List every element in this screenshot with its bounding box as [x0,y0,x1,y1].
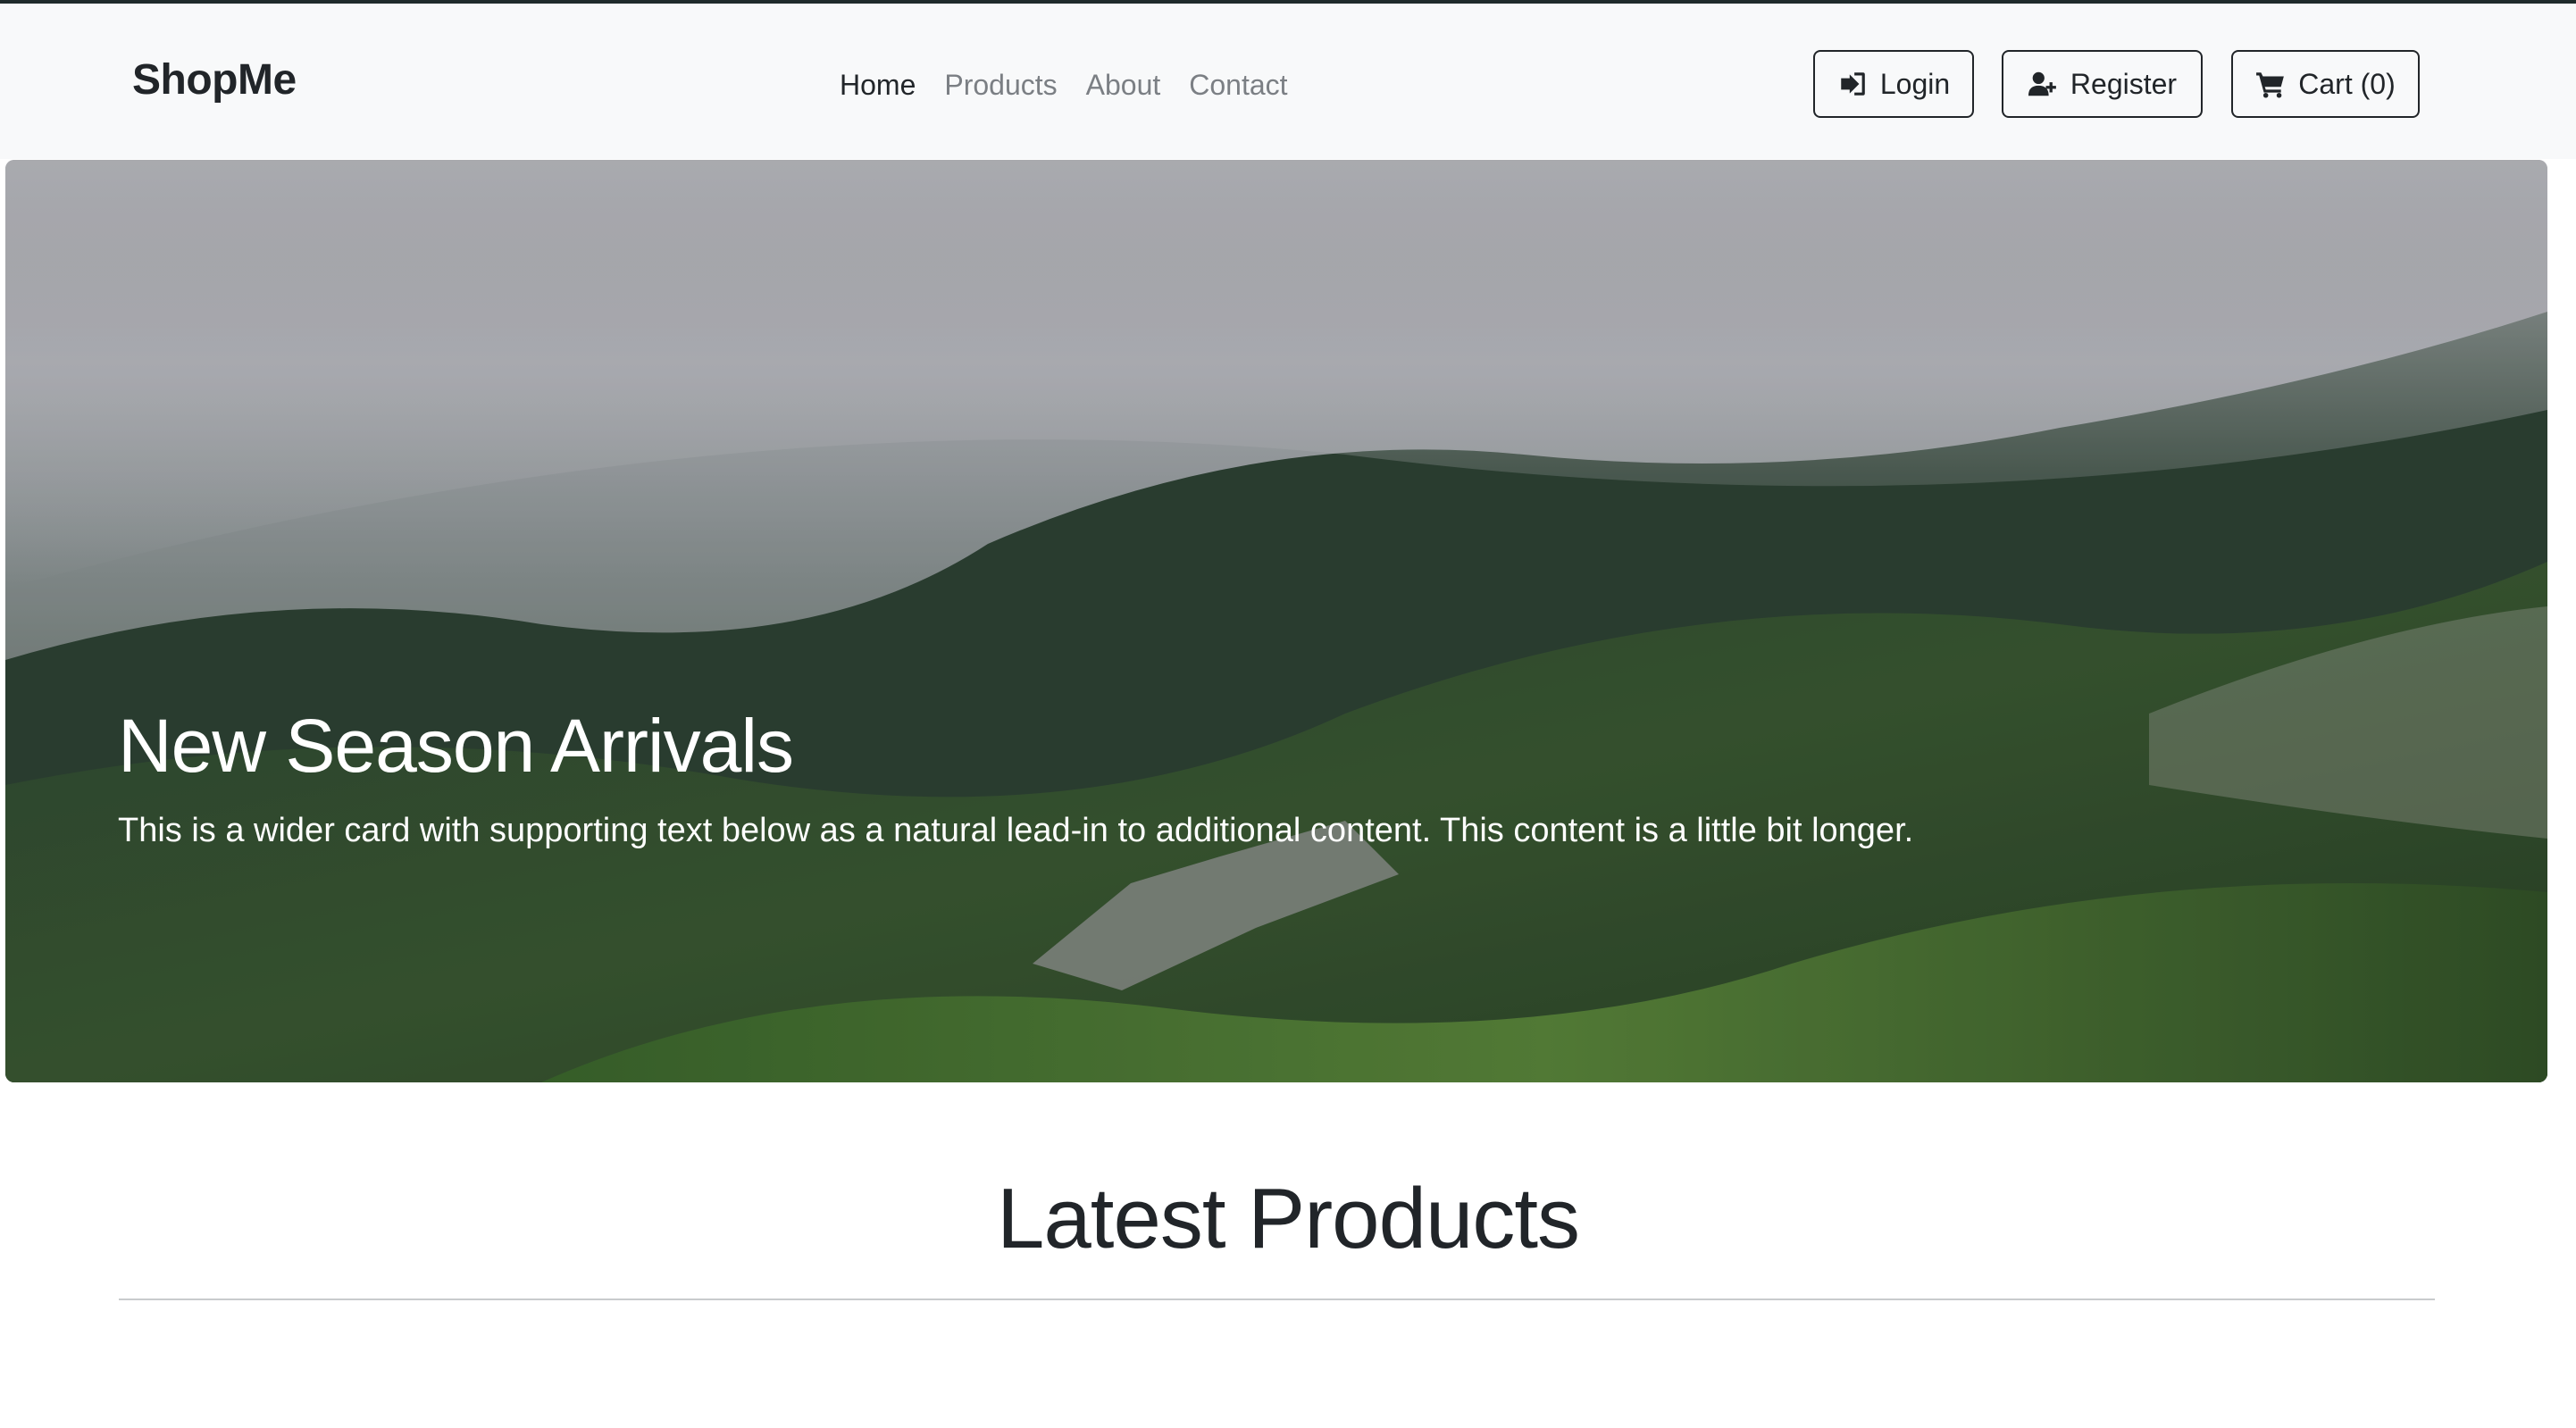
login-button[interactable]: Login [1813,50,1974,118]
navbar: ShopMe Home Products About Contact Login… [0,4,2576,159]
register-label: Register [2070,67,2178,100]
nav-links: Home Products About Contact [840,66,1302,104]
hero-card: New Season Arrivals This is a wider card… [5,160,2547,1082]
user-plus-icon [2028,71,2056,96]
cart-button[interactable]: Cart (0) [2231,50,2420,118]
nav-link-products[interactable]: Products [930,66,1071,104]
latest-products-heading: Latest Products [996,1171,1580,1266]
nav-link-home[interactable]: Home [840,66,930,104]
hero-background-image [5,160,2547,1082]
sign-in-icon [1841,72,1865,96]
brand-logo[interactable]: ShopMe [132,55,297,104]
nav-link-about[interactable]: About [1072,66,1175,104]
hero-title: New Season Arrivals [118,704,794,788]
section-divider [119,1299,2435,1300]
nav-link-contact[interactable]: Contact [1175,66,1301,104]
login-label: Login [1879,67,1951,100]
hero-text: This is a wider card with supporting tex… [118,812,1914,849]
shopping-cart-icon [2256,72,2285,98]
register-button[interactable]: Register [2002,50,2203,118]
cart-label: Cart (0) [2298,67,2396,100]
